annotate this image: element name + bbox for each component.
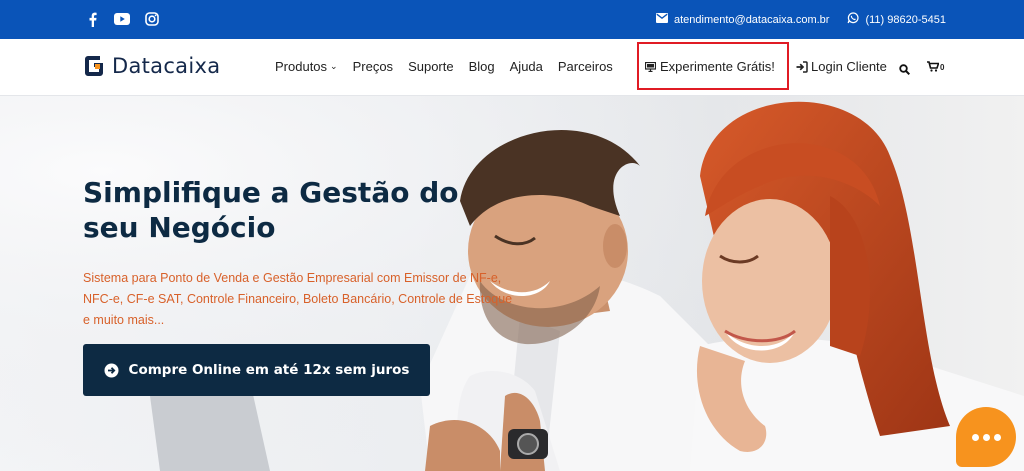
contact-info: atendimento@datacaixa.com.br (11) 98620-… <box>655 12 946 27</box>
chat-dot-icon <box>971 433 979 441</box>
phone-link[interactable]: (11) 98620-5451 <box>865 14 946 26</box>
sign-in-icon <box>796 60 808 73</box>
cart-icon <box>927 61 939 72</box>
free-trial-link[interactable]: Experimente Grátis! <box>645 59 775 74</box>
whatsapp-icon <box>847 12 860 27</box>
main-nav: Produtos ⌄ Preços Suporte Blog Ajuda Par… <box>275 59 628 74</box>
email-link[interactable]: atendimento@datacaixa.com.br <box>674 14 829 26</box>
nav-item-precos[interactable]: Preços <box>353 59 393 74</box>
top-bar: atendimento@datacaixa.com.br (11) 98620-… <box>0 0 1024 39</box>
cart-button[interactable]: 0 <box>927 61 944 72</box>
chat-widget-button[interactable] <box>956 407 1016 467</box>
brand-name: Datacaixa <box>112 54 221 78</box>
datacaixa-logo-icon <box>85 56 103 76</box>
brand-logo[interactable]: Datacaixa <box>82 54 220 78</box>
chat-dot-icon <box>982 433 990 441</box>
buy-online-button[interactable]: Compre Online em até 12x sem juros <box>83 344 430 396</box>
hero-subtext: Sistema para Ponto de Venda e Gestão Emp… <box>83 271 513 327</box>
cart-count: 0 <box>940 63 945 72</box>
envelope-icon <box>655 13 668 26</box>
nav-item-blog[interactable]: Blog <box>469 59 495 74</box>
youtube-icon[interactable] <box>114 11 130 27</box>
login-link[interactable]: Login Cliente <box>796 59 887 74</box>
nav-item-ajuda[interactable]: Ajuda <box>510 59 543 74</box>
facebook-icon[interactable] <box>84 11 100 27</box>
nav-item-produtos[interactable]: Produtos ⌄ <box>275 59 338 74</box>
monitor-icon <box>645 61 656 72</box>
arrow-circle-right-icon <box>104 363 119 377</box>
hero-headline: Simplifique a Gestão do seu Negócio <box>83 176 459 244</box>
social-links <box>84 11 160 27</box>
nav-item-parceiros[interactable]: Parceiros <box>558 59 613 74</box>
chat-dot-icon <box>993 433 1001 441</box>
nav-item-suporte[interactable]: Suporte <box>408 59 454 74</box>
chevron-down-icon: ⌄ <box>330 61 338 71</box>
instagram-icon[interactable] <box>144 11 160 27</box>
hero-section: Simplifique a Gestão do seu Negócio Sist… <box>0 96 1024 471</box>
search-icon[interactable] <box>899 62 911 80</box>
